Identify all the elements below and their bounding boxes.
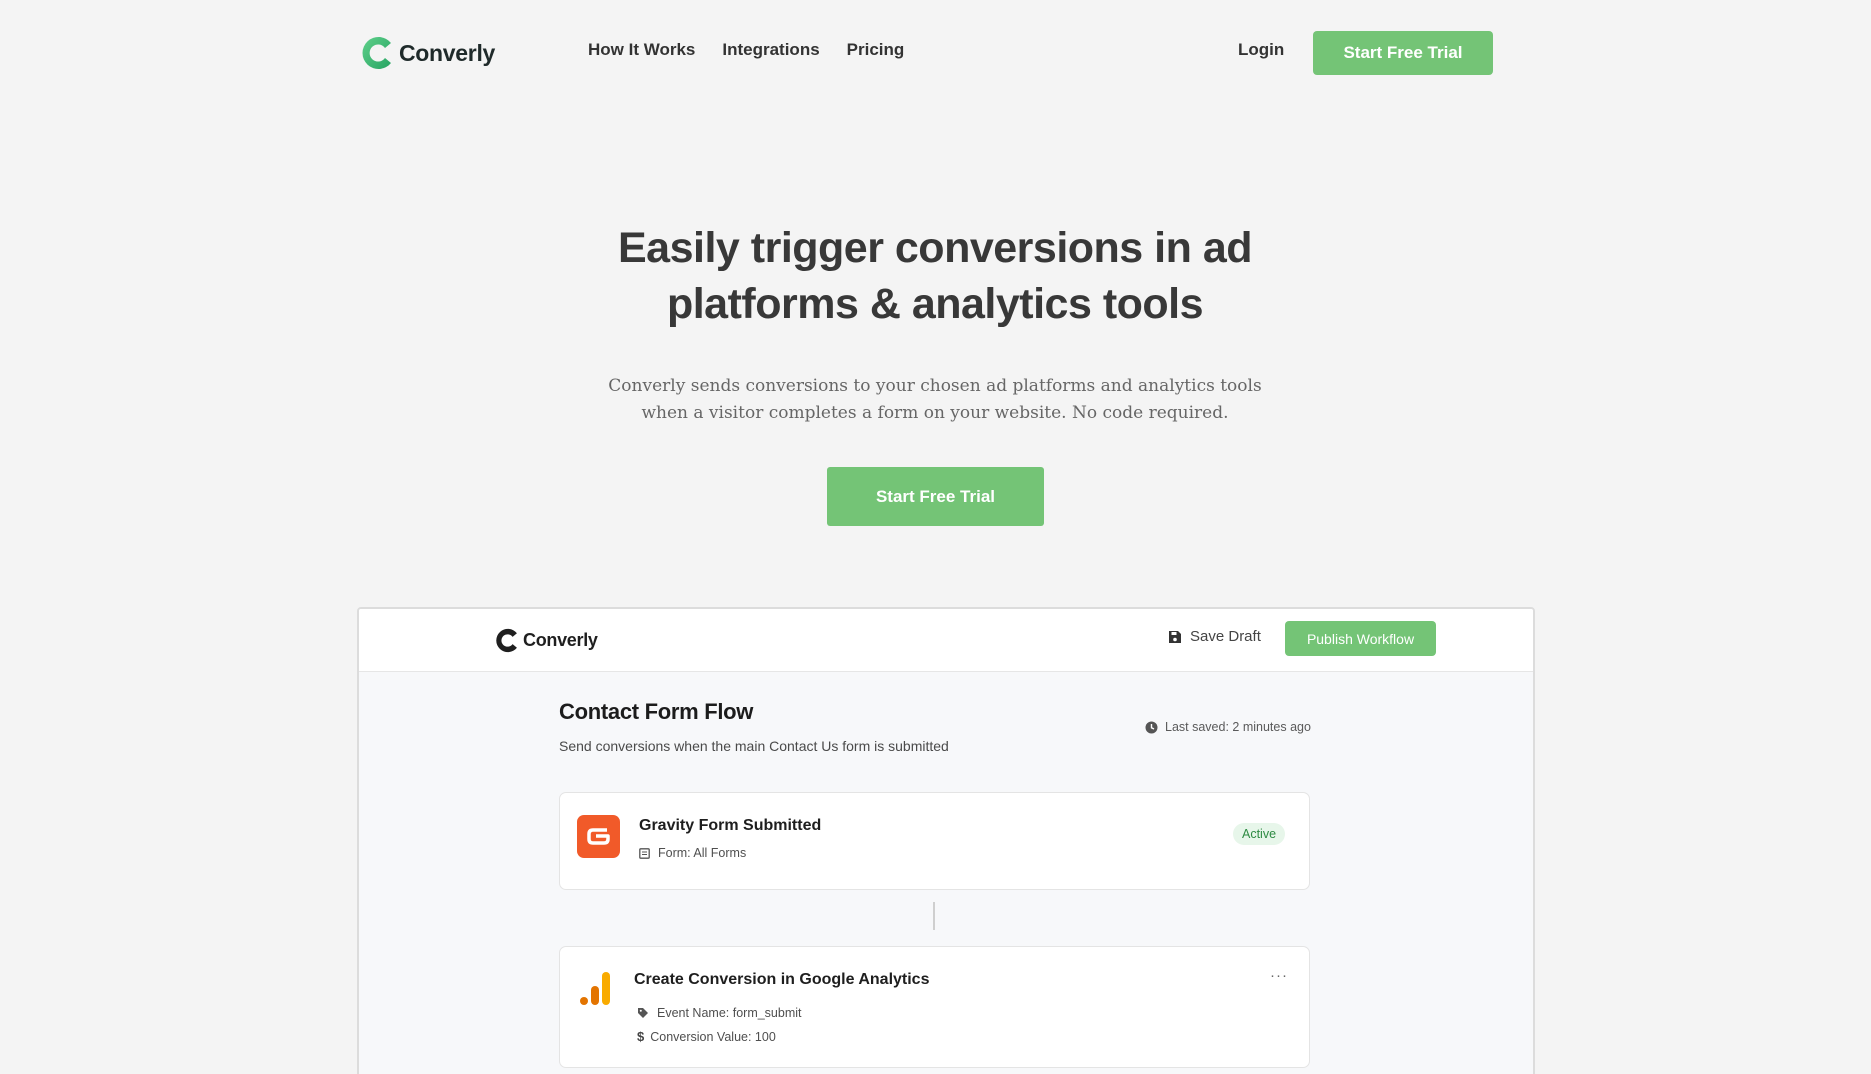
conversion-value-text: Conversion Value: 100 (650, 1029, 776, 1044)
hero-title-line-1: Easily trigger conversions in ad (618, 224, 1253, 272)
hero-title: Easily trigger conversions in ad platfor… (535, 220, 1335, 332)
hero-subtitle: Converly sends conversions to your chose… (585, 373, 1285, 427)
save-draft-label: Save Draft (1190, 628, 1261, 645)
trigger-title: Gravity Form Submitted (639, 817, 822, 834)
app-preview-window: Converly Save Draft Publish Workflow Con… (357, 607, 1535, 1074)
flow-title: Contact Form Flow (559, 699, 754, 724)
action-title: Create Conversion in Google Analytics (634, 971, 930, 988)
more-options-icon[interactable]: ··· (1270, 967, 1288, 984)
last-saved-status: Last saved: 2 minutes ago (1145, 720, 1311, 734)
nav-start-free-trial-button[interactable]: Start Free Trial (1313, 31, 1493, 75)
action-card[interactable]: Create Conversion in Google Analytics Ev… (559, 946, 1310, 1068)
clock-icon (1145, 721, 1158, 733)
publish-workflow-button[interactable]: Publish Workflow (1285, 621, 1436, 656)
trigger-form-meta: Form: All Forms (639, 846, 746, 860)
brand-logo-link[interactable]: Converly (358, 33, 495, 73)
google-analytics-icon (580, 972, 610, 1005)
status-badge: Active (1233, 823, 1286, 845)
login-link[interactable]: Login (1238, 40, 1284, 60)
conversion-value-meta: $ Conversion Value: 100 (637, 1029, 776, 1044)
top-nav: Converly How It Works Integrations Prici… (0, 0, 1871, 105)
app-brand-name: Converly (523, 630, 598, 650)
trigger-form-text: Form: All Forms (658, 846, 747, 860)
event-name-text: Event Name: form_submit (657, 1006, 802, 1020)
last-saved-text: Last saved: 2 minutes ago (1165, 720, 1311, 734)
flow-description: Send conversions when the main Contact U… (559, 738, 949, 754)
form-icon (639, 847, 650, 859)
nav-link-integrations[interactable]: Integrations (722, 40, 819, 60)
nav-link-how-it-works[interactable]: How It Works (588, 40, 695, 60)
hero-subtitle-line-2: when a visitor completes a form on your … (641, 403, 1229, 423)
floppy-disk-icon (1169, 630, 1181, 643)
trigger-card[interactable]: Gravity Form Submitted Form: All Forms A… (559, 792, 1310, 890)
app-brand: Converly (493, 626, 598, 655)
dollar-icon: $ (637, 1029, 645, 1044)
hero-subtitle-line-1: Converly sends conversions to your chose… (608, 376, 1262, 396)
nav-link-pricing[interactable]: Pricing (847, 40, 905, 60)
app-header: Converly Save Draft Publish Workflow (359, 609, 1533, 672)
save-draft-button[interactable]: Save Draft (1168, 628, 1261, 645)
tag-icon (638, 1008, 648, 1018)
gravity-forms-icon (577, 815, 620, 858)
event-name-meta: Event Name: form_submit (637, 1006, 802, 1020)
primary-navigation: How It Works Integrations Pricing (588, 40, 931, 60)
hero-title-line-2: platforms & analytics tools (666, 280, 1204, 328)
flow-connector-line (933, 902, 935, 930)
converly-logo-icon (362, 37, 391, 69)
converly-logo-icon (496, 628, 517, 653)
brand-name: Converly (399, 39, 496, 66)
hero-start-free-trial-button[interactable]: Start Free Trial (827, 467, 1044, 526)
